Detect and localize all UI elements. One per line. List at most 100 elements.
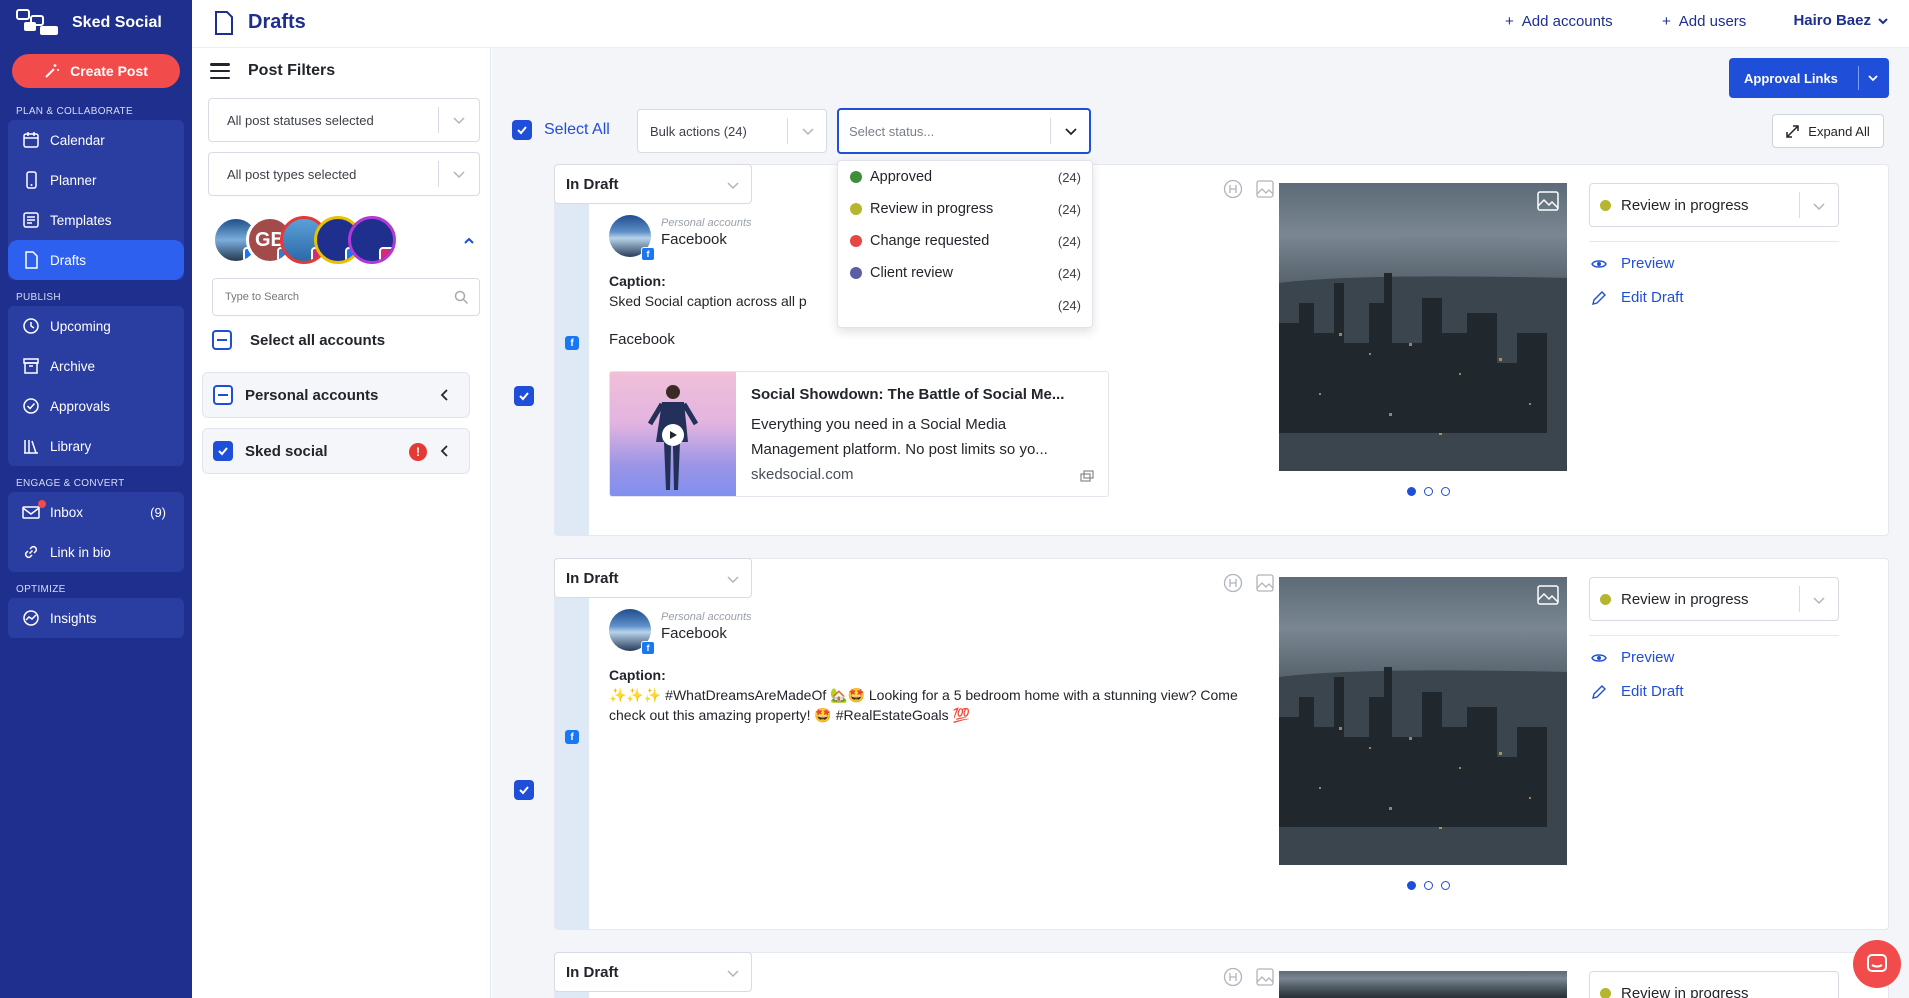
sidebar-item-approvals[interactable]: Approvals [8,386,184,426]
caption-label: Caption: [609,667,666,683]
calendar-icon [23,132,39,148]
status-option-label: Approved [870,169,933,185]
preview-label: Preview [1621,255,1675,272]
sidebar-item-inbox[interactable]: Inbox (9) [8,492,184,532]
sidebar-item-label: Link in bio [50,544,111,560]
draft-post-card: f In Draft f Personal accounts Facebook … [554,558,1889,930]
preview-label: Preview [1621,649,1675,666]
status-select[interactable]: Select status... [837,108,1091,154]
preview-link[interactable]: Preview [1591,255,1674,272]
document-icon [25,251,38,269]
status-option-client-review[interactable]: Client review (24) [838,257,1092,289]
image-icon[interactable] [1255,179,1275,199]
partial-checkbox[interactable] [212,330,232,350]
inbox-count: (9) [150,504,166,520]
sked-logo-icon [16,9,58,35]
avatar[interactable] [348,216,396,264]
chevron-down-icon [802,128,814,136]
templates-icon [23,212,39,228]
user-menu[interactable]: Hairo Baez [1793,12,1889,29]
hashtag-h-icon[interactable] [1223,179,1243,199]
account-group-sked-social[interactable]: Sked social ! [202,428,470,474]
carousel-dots[interactable] [1407,487,1450,496]
post-media-image[interactable] [1279,183,1567,471]
chevron-up-icon[interactable] [462,234,476,248]
image-icon[interactable] [1255,573,1275,593]
post-meta-icons [1223,573,1275,593]
platform-label: Facebook [609,331,675,348]
sidebar-item-upcoming[interactable]: Upcoming [8,306,184,346]
section-engage-convert: Engage & Convert [16,478,125,489]
partial-checkbox[interactable] [213,385,233,405]
hashtag-h-icon[interactable] [1223,573,1243,593]
bulk-actions-select[interactable]: Bulk actions (24) [637,109,827,153]
link-preview-card[interactable]: Social Showdown: The Battle of Social Me… [609,371,1109,497]
sidebar-item-label: Calendar [50,132,105,148]
account-group-personal[interactable]: Personal accounts [202,372,470,418]
status-dot [1600,987,1611,998]
sidebar-item-planner[interactable]: Planner [8,160,184,200]
status-option-none[interactable]: (24) [838,289,1092,321]
sidebar-item-library[interactable]: Library [8,426,184,466]
edit-draft-link[interactable]: Edit Draft [1591,683,1684,700]
checked-checkbox[interactable] [514,780,534,800]
sidebar-item-calendar[interactable]: Calendar [8,120,184,160]
add-users-link[interactable]: + Add users [1662,13,1746,30]
status-option-count: (24) [1057,265,1081,281]
preview-link[interactable]: Preview [1591,649,1674,666]
review-status-select[interactable]: Review in progress [1589,183,1839,227]
checked-checkbox[interactable] [213,441,233,461]
sidebar-item-label: Archive [50,358,96,374]
post-status-filter[interactable]: All post statuses selected [208,98,480,142]
card-stripe [555,559,589,929]
status-option-change-requested[interactable]: Change requested (24) [838,225,1092,257]
sidebar-item-label: Insights [50,610,97,626]
expand-all-button[interactable]: Expand All [1772,114,1884,148]
draft-post-card: In Draft Review in progress [554,952,1889,998]
status-dot [850,171,862,183]
select-all[interactable]: Select All [512,120,610,140]
create-post-button[interactable]: Create Post [12,54,180,88]
image-icon[interactable] [1255,967,1275,987]
edit-draft-link[interactable]: Edit Draft [1591,289,1684,306]
post-media-image[interactable] [1279,577,1567,865]
carousel-dots[interactable] [1407,881,1450,890]
post-type-filter[interactable]: All post types selected [208,152,480,196]
sidebar-item-drafts[interactable]: Drafts [8,240,184,280]
account-search-input[interactable]: Type to Search [212,278,480,316]
status-option-approved[interactable]: Approved (24) [838,161,1092,193]
sidebar-item-archive[interactable]: Archive [8,346,184,386]
check-icon [517,126,527,135]
hashtag-h-icon[interactable] [1223,967,1243,987]
post-checkbox[interactable] [514,780,534,801]
draft-state-select[interactable]: In Draft [554,558,752,598]
add-accounts-link[interactable]: + Add accounts [1505,13,1613,30]
play-icon[interactable] [662,424,684,446]
review-status-select[interactable]: Review in progress [1589,577,1839,621]
nav-group-optimize: Insights [8,598,184,638]
checked-checkbox[interactable] [512,120,532,140]
post-checkbox[interactable] [514,386,534,407]
approval-links-button[interactable]: Approval Links [1729,58,1889,98]
draft-state-select[interactable]: In Draft [554,164,752,204]
sidebar-item-insights[interactable]: Insights [8,598,184,638]
brand[interactable]: Sked Social [16,8,162,38]
link-description: Everything you need in a Social Media Ma… [751,416,1048,458]
sidebar-item-link-in-bio[interactable]: Link in bio [8,532,184,572]
menu-icon[interactable] [210,63,230,79]
draft-state-select[interactable]: In Draft [554,952,752,992]
sidebar-item-templates[interactable]: Templates [8,200,184,240]
link-icon [24,545,38,559]
chat-support-button[interactable] [1853,940,1901,988]
post-type-value: All post types selected [227,166,357,182]
select-all-accounts[interactable]: Select all accounts [212,330,385,350]
user-name: Hairo Baez [1793,12,1871,29]
post-filters-panel: Post Filters All post statuses selected … [192,48,491,998]
post-media-image[interactable] [1279,971,1567,998]
draft-state-value: In Draft [566,175,619,193]
chevron-down-icon[interactable] [1866,71,1880,85]
status-placeholder: Select status... [849,123,935,139]
status-option-review[interactable]: Review in progress (24) [838,193,1092,225]
checked-checkbox[interactable] [514,386,534,406]
review-status-select[interactable]: Review in progress [1589,971,1839,998]
